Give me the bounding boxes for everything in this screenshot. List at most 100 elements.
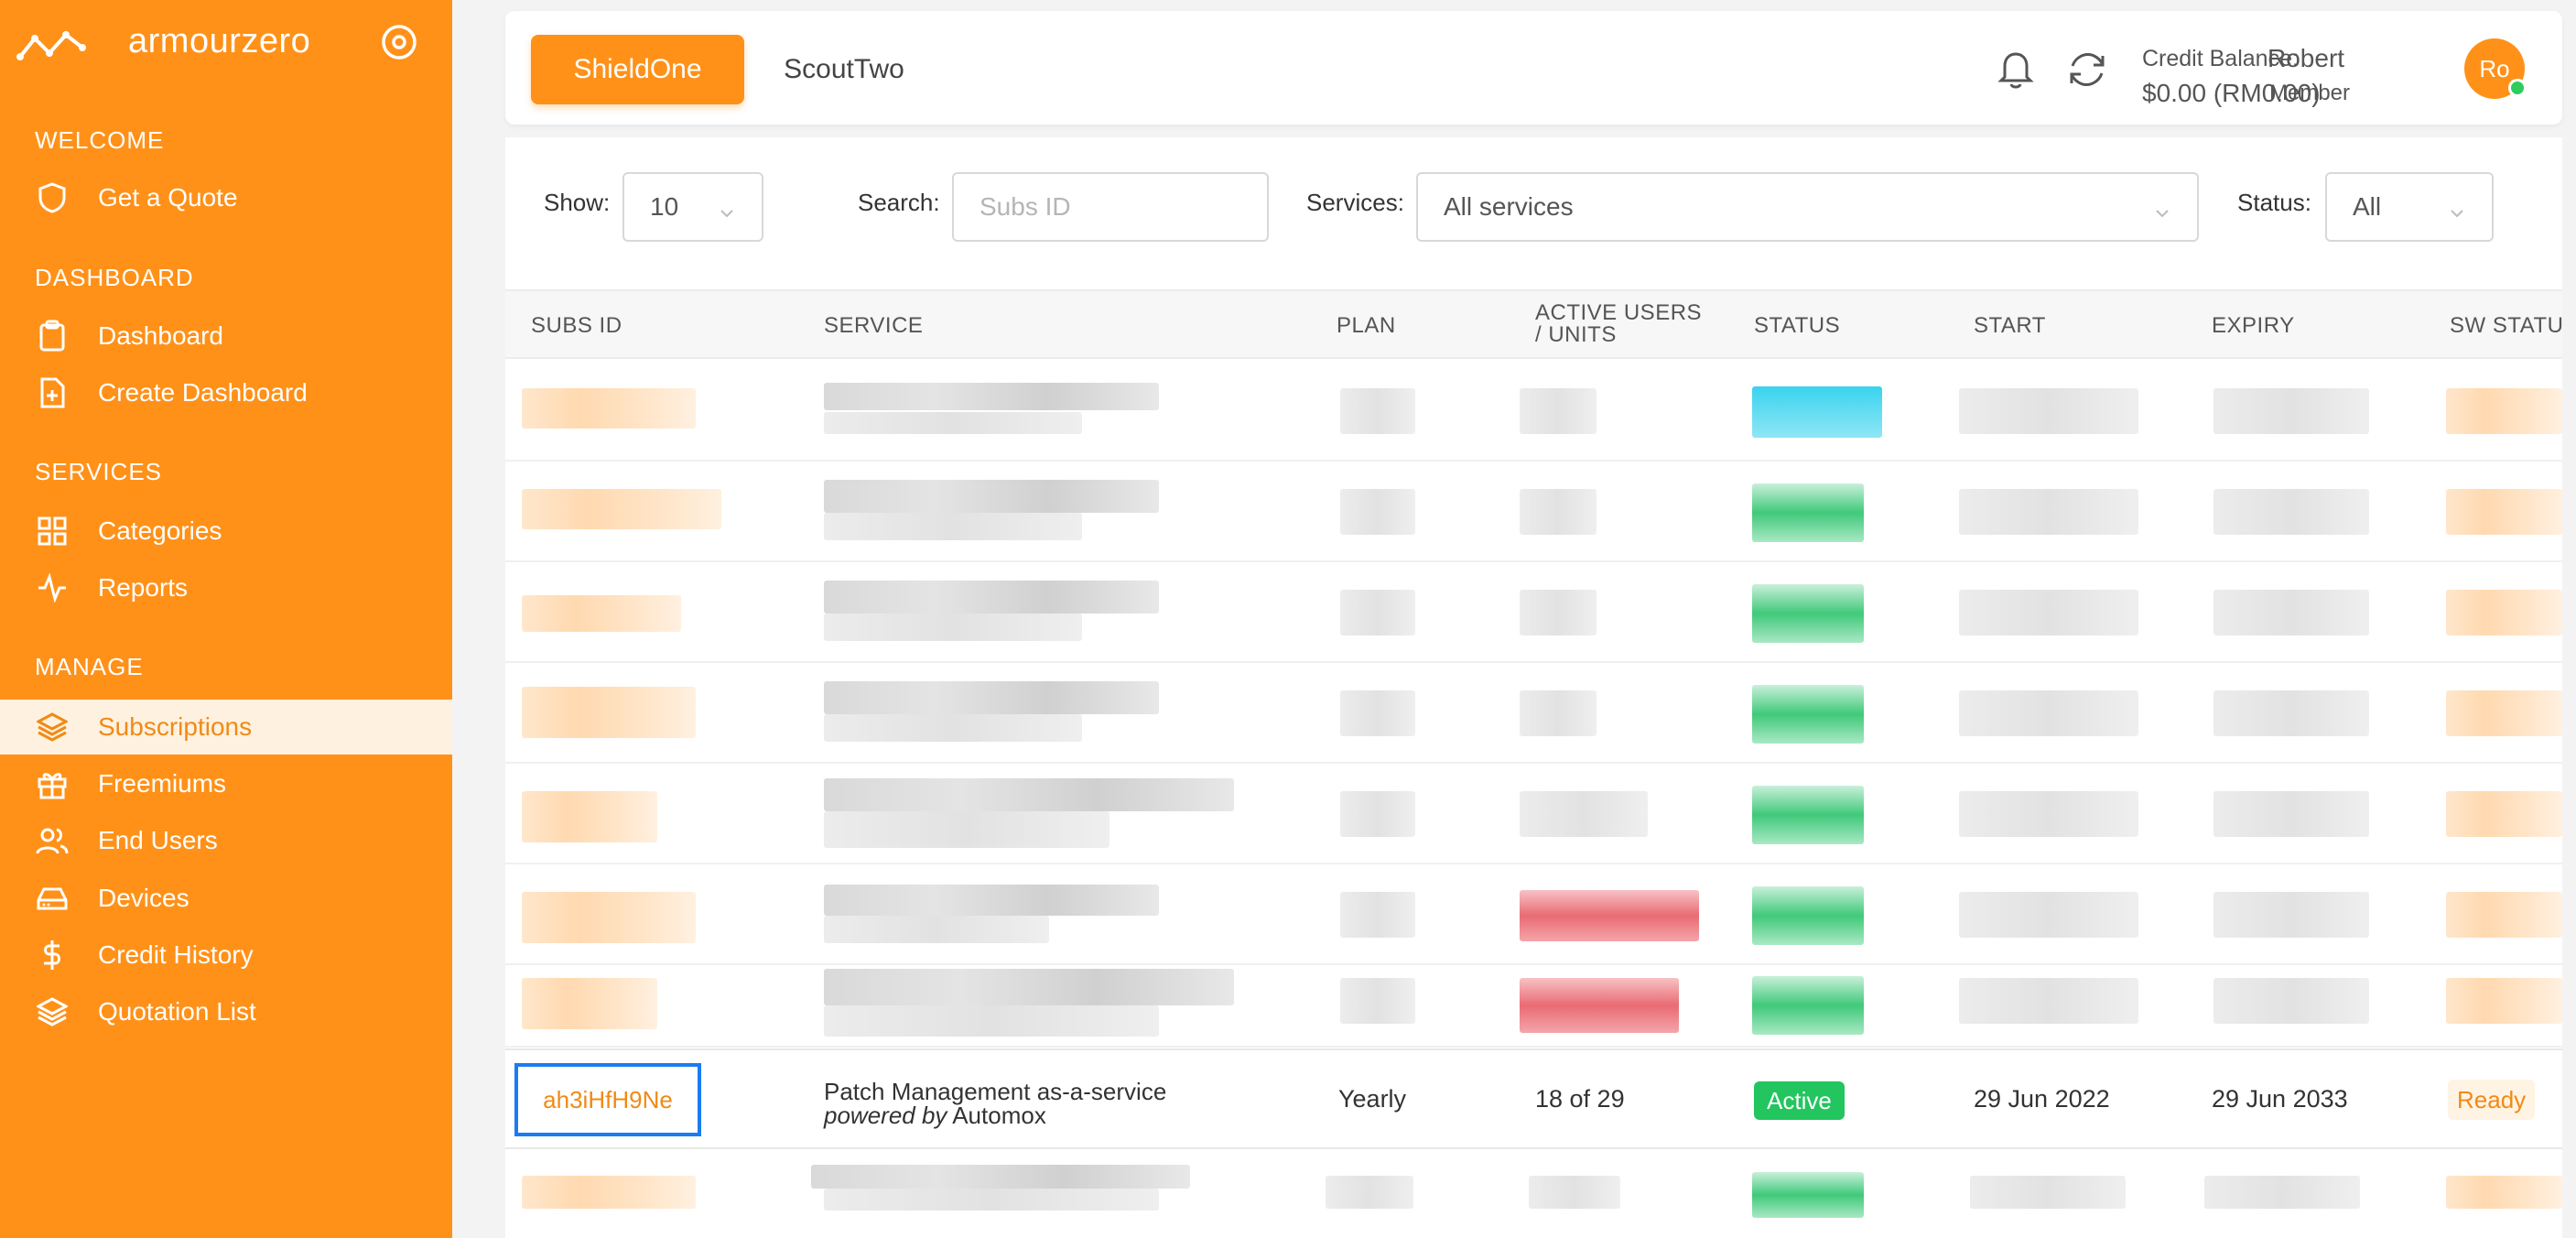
col-active-units: / UNITS [1535, 322, 1617, 347]
table-row[interactable] [505, 1152, 2562, 1238]
col-plan[interactable]: PLAN [1337, 313, 1396, 339]
nav-item-label: Create Dashboard [98, 378, 308, 407]
nav-heading-services: SERVICES [35, 458, 163, 485]
redacted-cell [522, 791, 657, 842]
redacted-cell [2213, 892, 2369, 938]
table-row[interactable] [505, 663, 2562, 764]
nav-item-create-dashboard[interactable]: Create Dashboard [0, 365, 452, 420]
col-start[interactable]: START [1974, 313, 2046, 339]
redacted-cell [824, 916, 1049, 943]
table-row[interactable] [505, 361, 2562, 462]
users-icon [35, 823, 70, 858]
nav-item-categories[interactable]: Categories [0, 504, 452, 559]
col-subs-id[interactable]: SUBS ID [531, 313, 622, 339]
redacted-cell [1520, 590, 1596, 635]
table-row[interactable] [505, 562, 2562, 663]
tab-scouttwo[interactable]: ScoutTwo [762, 35, 926, 104]
services-select[interactable]: All services [1416, 172, 2199, 242]
nav-item-dashboard[interactable]: Dashboard [0, 309, 452, 364]
services-select-value: All services [1444, 192, 1574, 221]
show-select[interactable]: 10 [622, 172, 763, 242]
redacted-cell [2213, 590, 2369, 635]
nav-item-credit-history[interactable]: Credit History [0, 928, 452, 983]
redacted-cell [1959, 690, 2138, 736]
redacted-cell [1520, 690, 1596, 736]
vendor-name: Automox [947, 1102, 1046, 1129]
status-label: Status: [2237, 189, 2311, 216]
nav-heading-manage: MANAGE [35, 653, 144, 680]
search-input[interactable] [952, 172, 1269, 242]
redacted-cell [2204, 1176, 2360, 1209]
sidebar: armourzero WELCOME Get a Quote DASHBOARD… [0, 0, 452, 1238]
expiry-date: 29 Jun 2033 [2212, 1085, 2348, 1113]
redacted-cell [522, 388, 696, 429]
redacted-cell [2446, 1176, 2562, 1209]
table-row[interactable] [505, 864, 2562, 965]
shield-icon [35, 180, 70, 215]
col-expiry[interactable]: EXPIRY [2212, 313, 2295, 339]
status-select-value: All [2353, 192, 2382, 221]
redacted-status [1752, 386, 1882, 438]
redacted-cell [2213, 388, 2369, 434]
online-status-dot [2508, 79, 2527, 97]
table-row[interactable] [505, 956, 2562, 1048]
redacted-cell [2446, 388, 2562, 434]
redacted-cell [1326, 1176, 1413, 1209]
col-status[interactable]: STATUS [1754, 313, 1840, 339]
refresh-icon[interactable] [2065, 48, 2109, 92]
logo-icon [16, 16, 90, 71]
table-row[interactable] [505, 462, 2562, 562]
redacted-status [1752, 976, 1864, 1035]
redacted-cell [824, 811, 1109, 848]
avatar[interactable]: Ro [2464, 38, 2527, 99]
chevron-down-icon [2153, 200, 2171, 218]
nav-item-get-a-quote[interactable]: Get a Quote [0, 170, 452, 225]
nav-item-label: Categories [98, 516, 222, 545]
target-settings-icon[interactable] [379, 22, 419, 62]
redacted-cell [1959, 489, 2138, 535]
nav-item-subscriptions[interactable]: Subscriptions [0, 700, 452, 755]
plan-value: Yearly [1338, 1085, 1407, 1113]
redacted-cell [824, 1189, 1159, 1211]
redacted-cell [1970, 1176, 2126, 1209]
subs-id-link[interactable]: ah3iHfH9Ne [514, 1063, 701, 1136]
redacted-cell [1959, 978, 2138, 1024]
search-label: Search: [858, 189, 940, 216]
nav-item-quotation-list[interactable]: Quotation List [0, 984, 452, 1039]
col-service[interactable]: SERVICE [824, 313, 923, 339]
dollar-icon [35, 938, 70, 972]
user-role: Member [2269, 81, 2351, 105]
subscriptions-panel: Show: 10 Search: Services: All services … [505, 137, 2562, 1238]
status-select[interactable]: All [2325, 172, 2494, 242]
nav-item-label: End Users [98, 826, 218, 854]
redacted-cell [1959, 892, 2138, 938]
nav-item-end-users[interactable]: End Users [0, 813, 452, 868]
redacted-cell [2446, 690, 2562, 736]
nav-item-devices[interactable]: Devices [0, 871, 452, 926]
user-name[interactable]: Robert [2268, 44, 2344, 73]
redacted-cell [2446, 791, 2562, 837]
brand[interactable]: armourzero [16, 16, 419, 71]
table-row[interactable] [505, 764, 2562, 864]
redacted-cell [824, 581, 1159, 614]
redacted-cell [522, 978, 657, 1029]
redacted-cell [824, 480, 1159, 513]
nav-item-label: Credit History [98, 940, 254, 969]
nav-item-label: Reports [98, 573, 189, 602]
brand-name: armourzero [128, 22, 311, 60]
redacted-cell [1520, 791, 1648, 837]
table-row-highlighted[interactable]: ah3iHfH9Ne Patch Management as-a-service… [505, 1048, 2562, 1149]
bell-icon[interactable] [1996, 48, 2036, 90]
redacted-cell [1529, 1176, 1620, 1209]
gift-icon [35, 766, 70, 801]
redacted-cell [824, 778, 1234, 811]
top-bar: ShieldOne ScoutTwo Credit Balance: $0.00… [505, 11, 2562, 125]
nav-item-reports[interactable]: Reports [0, 560, 452, 615]
col-sw-status[interactable]: SW STATUS [2450, 313, 2562, 339]
redacted-cell [2213, 489, 2369, 535]
redacted-cell [1340, 388, 1415, 434]
nav-item-freemiums[interactable]: Freemiums [0, 756, 452, 811]
tab-shieldone[interactable]: ShieldOne [531, 35, 744, 104]
nav-heading-dashboard: DASHBOARD [35, 264, 194, 291]
redacted-cell [1959, 388, 2138, 434]
